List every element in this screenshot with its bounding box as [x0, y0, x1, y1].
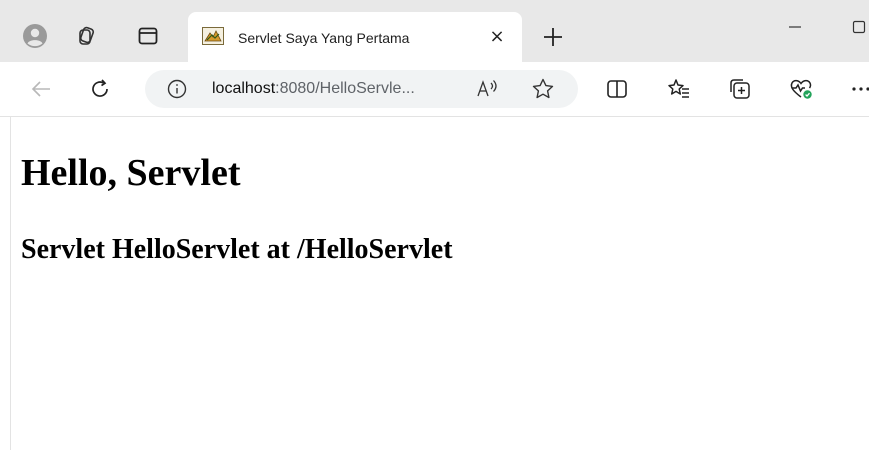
active-tab[interactable]: Servlet Saya Yang Pertama ×: [188, 12, 522, 62]
url-host: localhost: [212, 80, 276, 97]
workspaces-icon[interactable]: [75, 24, 99, 48]
tab-strip: Servlet Saya Yang Pertama ×: [0, 0, 869, 62]
read-aloud-icon[interactable]: [475, 77, 501, 101]
browser-window: Servlet Saya Yang Pertama × localhost:80…: [0, 0, 869, 450]
minimize-icon[interactable]: [784, 16, 806, 38]
tomcat-icon: [202, 27, 224, 45]
refresh-icon[interactable]: [87, 76, 113, 102]
tab-actions-icon[interactable]: [136, 24, 160, 48]
browser-essentials-icon[interactable]: [788, 76, 814, 102]
page-heading: Hello, Servlet: [21, 152, 241, 194]
page-content: Hello, Servlet Servlet HelloServlet at /…: [10, 117, 869, 450]
tab-title: Servlet Saya Yang Pertama: [238, 30, 410, 46]
maximize-icon[interactable]: [848, 16, 869, 38]
more-icon[interactable]: [848, 76, 869, 102]
address-bar[interactable]: localhost:8080/HelloServle...: [145, 70, 578, 108]
url-path: :8080/HelloServle...: [275, 80, 415, 97]
url-text: localhost:8080/HelloServle...: [212, 80, 415, 98]
collections-icon[interactable]: [727, 76, 753, 102]
profile-avatar-icon[interactable]: [23, 24, 47, 48]
close-tab-icon[interactable]: ×: [486, 25, 508, 47]
back-icon[interactable]: [28, 76, 54, 102]
info-icon[interactable]: [165, 77, 189, 101]
split-screen-icon[interactable]: [604, 76, 630, 102]
favorite-star-icon[interactable]: [530, 77, 556, 101]
navigation-toolbar: localhost:8080/HelloServle...: [0, 62, 869, 117]
plus-icon[interactable]: [538, 22, 568, 52]
page-subheading: Servlet HelloServlet at /HelloServlet: [21, 234, 453, 265]
favorites-icon[interactable]: [666, 76, 692, 102]
